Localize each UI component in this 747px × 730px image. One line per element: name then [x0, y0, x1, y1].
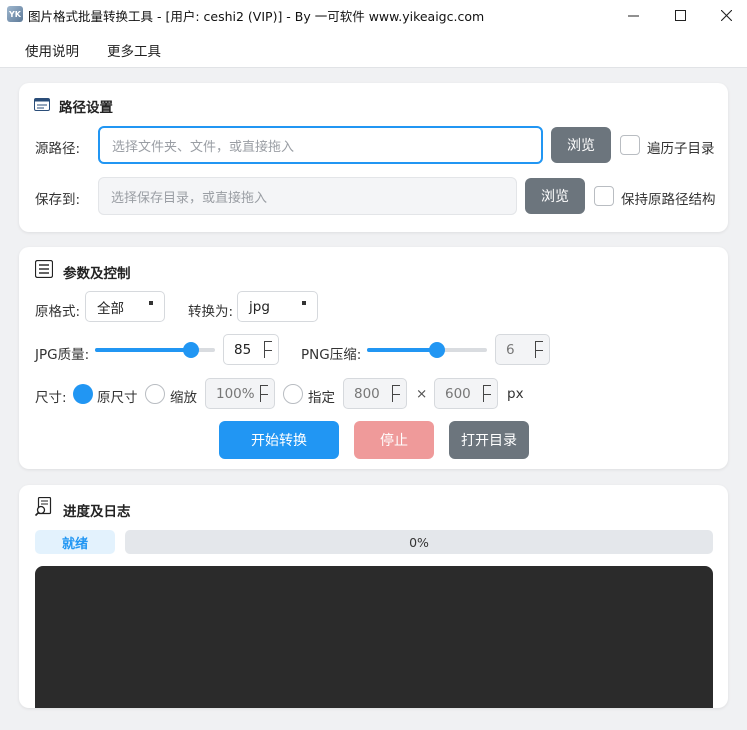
convert-to-select[interactable]: jpg: [237, 291, 318, 322]
radio-original-size[interactable]: [73, 384, 93, 404]
spin-buttons[interactable]: [264, 335, 278, 364]
source-format-select[interactable]: 全部: [85, 291, 165, 322]
list-icon: [35, 260, 53, 278]
source-path-label: 源路径:: [35, 141, 81, 157]
png-compress-value: 6: [506, 341, 515, 358]
close-icon: [720, 9, 732, 21]
source-path-input[interactable]: 选择文件夹、文件，或直接拖入: [98, 126, 543, 164]
scale-spinbox[interactable]: 100%: [205, 378, 275, 409]
path-settings-title: 路径设置: [59, 100, 113, 116]
title-bar: YK 图片格式批量转换工具 - [用户: ceshi2 (VIP)] - By …: [0, 0, 747, 30]
dropdown-arrow-icon: [149, 301, 153, 305]
status-badge: 就绪: [35, 530, 115, 554]
spin-buttons[interactable]: [535, 335, 549, 364]
specify-label: 指定: [308, 390, 335, 406]
params-title: 参数及控制: [63, 266, 131, 282]
jpg-quality-label: JPG质量:: [35, 347, 90, 363]
minimize-icon: [627, 15, 639, 16]
path-settings-panel: 路径设置 源路径: 选择文件夹、文件，或直接拖入 浏览 遍历子目录 保存到: 选…: [19, 83, 728, 232]
spin-buttons[interactable]: [483, 379, 497, 408]
app-icon: YK: [7, 6, 23, 22]
progress-panel: 进度及日志 就绪 0%: [19, 485, 728, 708]
width-value: 800: [354, 385, 380, 402]
progress-text: 0%: [409, 534, 429, 550]
height-spinbox[interactable]: 600: [434, 378, 498, 409]
browse-save-button[interactable]: 浏览: [525, 178, 585, 214]
scale-label: 缩放: [170, 390, 197, 406]
unit-label: px: [507, 386, 524, 402]
png-compress-slider[interactable]: [367, 342, 487, 358]
jpg-quality-value: 85: [234, 341, 252, 358]
menu-bar: 使用说明 更多工具: [0, 30, 747, 68]
convert-to-label: 转换为:: [188, 304, 234, 320]
maximize-icon: [674, 9, 686, 21]
height-value: 600: [445, 385, 471, 402]
save-path-input[interactable]: 选择保存目录，或直接拖入: [98, 177, 517, 215]
start-convert-button[interactable]: 开始转换: [219, 421, 339, 459]
spin-buttons[interactable]: [260, 379, 274, 408]
slider-fill: [95, 348, 192, 352]
stop-button[interactable]: 停止: [354, 421, 434, 459]
jpg-quality-slider[interactable]: [95, 342, 215, 358]
keep-structure-label: 保持原路径结构: [621, 192, 716, 208]
spin-buttons[interactable]: [392, 379, 406, 408]
params-panel: 参数及控制 原格式: 全部 转换为: jpg JPG质量: 85 PNG压缩: …: [19, 247, 728, 469]
recursive-label: 遍历子目录: [647, 141, 715, 157]
minimize-button[interactable]: [610, 0, 656, 30]
radio-specify[interactable]: [283, 384, 303, 404]
convert-to-value: jpg: [249, 298, 270, 315]
slider-thumb[interactable]: [429, 342, 446, 358]
png-compress-spinbox[interactable]: 6: [495, 334, 550, 365]
menu-usage-guide[interactable]: 使用说明: [25, 40, 79, 60]
times-symbol: ×: [416, 386, 428, 402]
keep-structure-checkbox[interactable]: [594, 186, 614, 206]
menu-more-tools[interactable]: 更多工具: [107, 40, 161, 60]
progress-bar: 0%: [125, 530, 713, 554]
folder-icon: [34, 98, 50, 111]
slider-thumb[interactable]: [183, 342, 200, 358]
progress-title: 进度及日志: [63, 504, 131, 520]
log-search-icon: [35, 497, 52, 517]
dropdown-arrow-icon: [302, 301, 306, 305]
source-format-value: 全部: [97, 300, 124, 317]
log-area[interactable]: [35, 566, 713, 708]
slider-fill: [367, 348, 438, 352]
source-format-label: 原格式:: [35, 304, 81, 320]
width-spinbox[interactable]: 800: [343, 378, 407, 409]
jpg-quality-spinbox[interactable]: 85: [223, 334, 279, 365]
window-title: 图片格式批量转换工具 - [用户: ceshi2 (VIP)] - By 一可软…: [28, 9, 485, 24]
open-directory-button[interactable]: 打开目录: [449, 421, 529, 459]
original-size-label: 原尺寸: [97, 390, 138, 406]
scale-value: 100%: [216, 385, 255, 402]
maximize-button[interactable]: [657, 0, 703, 30]
size-label: 尺寸:: [35, 390, 67, 406]
png-compress-label: PNG压缩:: [301, 347, 362, 363]
recursive-checkbox[interactable]: [620, 135, 640, 155]
close-button[interactable]: [703, 0, 747, 30]
save-path-label: 保存到:: [35, 192, 81, 208]
browse-source-button[interactable]: 浏览: [551, 127, 611, 163]
radio-scale[interactable]: [145, 384, 165, 404]
